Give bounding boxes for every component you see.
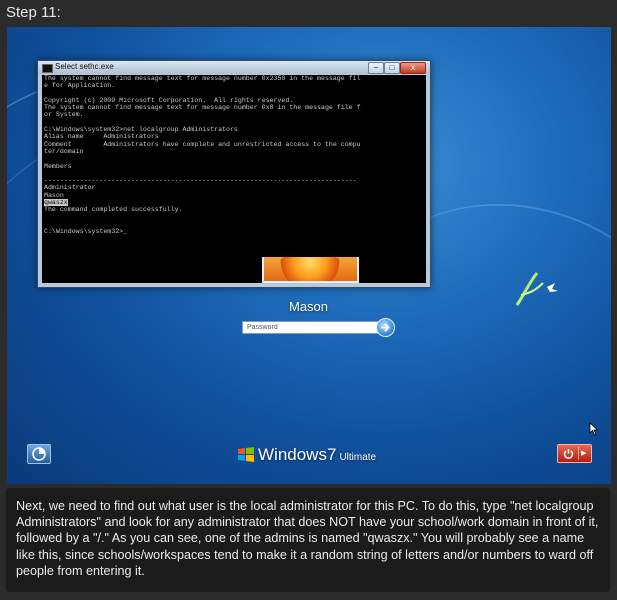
submit-login-button[interactable] <box>376 318 395 337</box>
console-line: The command completed successfully. <box>44 206 183 214</box>
command-prompt-title: Select sethc.exe <box>55 62 114 71</box>
console-line: Mason <box>44 191 64 199</box>
windows-logon-screen: Select sethc.exe – □ x The system cannot… <box>7 27 611 484</box>
console-line: Copyright (c) 2009 Microsoft Corporation… <box>44 96 294 104</box>
console-line: Members <box>44 162 72 170</box>
shutdown-button[interactable]: ▶ <box>557 444 592 463</box>
windows-edition: Ultimate <box>339 451 377 463</box>
console-line: or System. <box>44 111 84 119</box>
console-line: qwaszx <box>44 199 68 207</box>
console-line: Administrator <box>44 184 96 192</box>
console-line: ter/domain <box>44 147 84 155</box>
console-line: Alias name Administrators <box>44 133 159 141</box>
step-description-text: Next, we need to find out what user is t… <box>16 499 599 578</box>
windows-branding: Windows 7 Ultimate <box>237 444 376 466</box>
ease-of-access-icon <box>32 447 46 461</box>
windows-flag-icon <box>238 447 254 462</box>
windows-bird-logo-icon <box>515 272 558 306</box>
avatar-flower-image <box>276 257 344 281</box>
arrow-right-icon <box>381 323 390 332</box>
command-prompt-window[interactable]: Select sethc.exe – □ x The system cannot… <box>37 60 431 288</box>
console-line: C:\Windows\system32>net localgroup Admin… <box>44 126 238 134</box>
console-line: Comment Administrators have complete and… <box>44 140 361 148</box>
maximize-button[interactable]: □ <box>384 62 400 74</box>
console-icon <box>42 64 53 73</box>
console-line: C:\Windows\system32>_ <box>44 228 128 236</box>
minimize-button[interactable]: – <box>368 62 384 74</box>
windows-version: 7 <box>326 445 337 464</box>
password-input[interactable] <box>242 321 382 334</box>
console-line: The system cannot find message text for … <box>44 75 361 82</box>
shutdown-options-arrow-icon[interactable]: ▶ <box>581 449 586 457</box>
user-avatar <box>262 257 359 283</box>
username-label: Mason <box>288 299 329 314</box>
mouse-cursor-icon <box>589 422 599 436</box>
power-icon <box>563 449 574 459</box>
console-line: ----------------------------------------… <box>44 177 357 185</box>
console-line: e for Application. <box>44 82 116 90</box>
step-description-box: Next, we need to find out what user is t… <box>6 488 610 592</box>
shutdown-divider <box>578 447 579 460</box>
step-title: Step 11: <box>6 4 61 21</box>
close-button[interactable]: x <box>400 62 426 74</box>
windows-wordmark: Windows <box>258 445 327 464</box>
command-prompt-output[interactable]: The system cannot find message text for … <box>42 75 426 283</box>
console-line: The system cannot find message text for … <box>44 104 361 112</box>
ease-of-access-button[interactable] <box>27 444 51 464</box>
command-prompt-titlebar[interactable]: Select sethc.exe – □ x <box>38 61 430 74</box>
